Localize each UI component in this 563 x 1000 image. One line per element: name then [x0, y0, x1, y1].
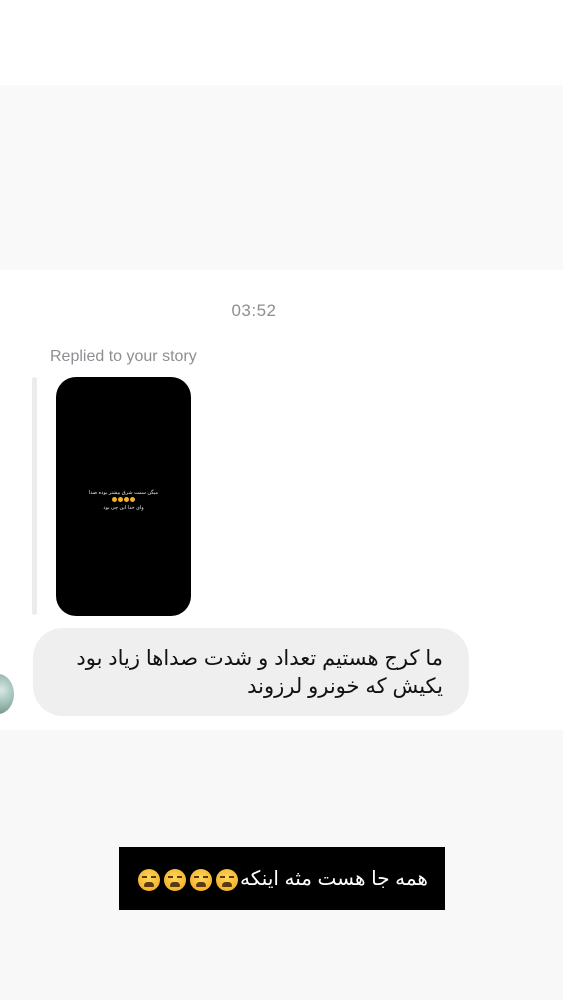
bottom-blank-area: همه جا هست مثه اینکه [0, 730, 563, 1000]
weary-face-icon [130, 497, 135, 503]
weary-face-icon [124, 497, 129, 503]
caption-text: همه جا هست مثه اینکه [240, 868, 428, 890]
replied-to-story-label: Replied to your story [50, 348, 197, 365]
story-preview-text-line2: وای خدا این چی بود [103, 505, 144, 511]
story-preview-text-line1: میگن سمت شرق بیشتر بوده صدا [88, 490, 159, 496]
weary-face-icon [112, 497, 117, 503]
weary-face-icon [138, 868, 161, 891]
top-blank-area [0, 0, 563, 270]
sender-avatar[interactable] [0, 674, 14, 714]
story-preview-emoji-row [56, 497, 191, 504]
reply-indicator-bar [32, 377, 37, 615]
message-text: ما کرج هستیم تعداد و شدت صداها زیاد بود … [76, 647, 443, 698]
weary-face-icon [118, 497, 123, 503]
story-preview-thumbnail[interactable]: میگن سمت شرق بیشتر بوده صدا وای خدا این … [56, 377, 191, 616]
message-bubble[interactable]: ما کرج هستیم تعداد و شدت صداها زیاد بود … [33, 628, 469, 716]
caption-row: همه جا هست مثه اینکه [136, 866, 428, 891]
message-timestamp: 03:52 [231, 301, 277, 320]
weary-face-icon [216, 868, 239, 891]
weary-face-icon [164, 868, 187, 891]
chat-screenshot: 03:52 Replied to your story میگن سمت شرق… [0, 270, 563, 730]
weary-face-icon [190, 868, 213, 891]
caption-box: همه جا هست مثه اینکه [119, 847, 445, 910]
top-shaded-area [0, 85, 563, 270]
